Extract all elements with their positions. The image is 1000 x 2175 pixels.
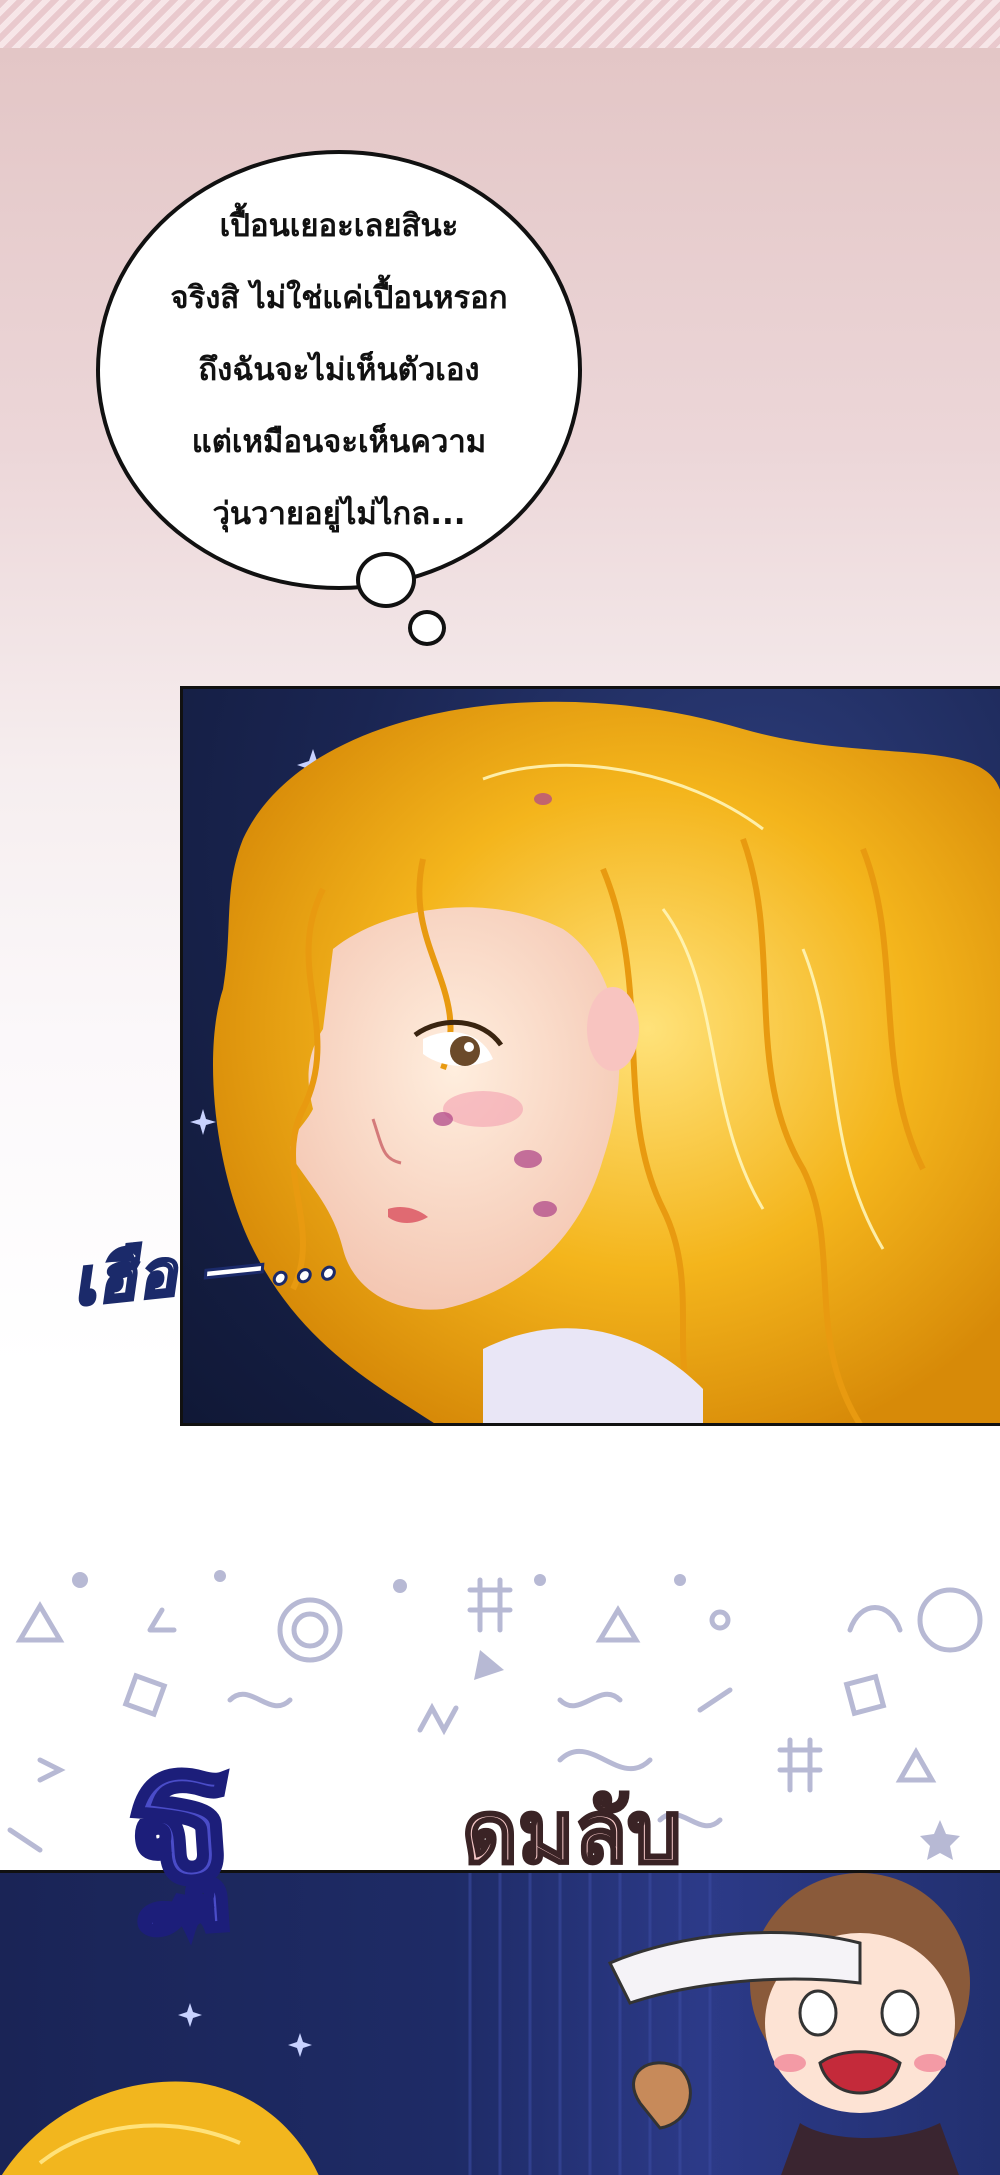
girl-illustration [190,701,1000,1423]
speech-bubble: เปื้อนเยอะเลยสินะ จริงสิ ไม่ใช่แค่เปื้อน… [96,150,582,590]
bubble-line-5: วุ่นวายอยู่ไม่ไกล... [212,496,466,532]
comic-panel-girl-profile [180,686,1000,1426]
bubble-line-1: เปื้อนเยอะเลยสินะ [219,208,459,244]
bubble-line-2: จริงสิ ไม่ใช่แค่เปื้อนหรอก [170,280,508,316]
bubble-line-4: แต่เหมือนจะเห็นความ [191,424,487,460]
top-stripe-border [0,0,1000,48]
thought-dot-large [356,552,416,608]
sound-effect-small: ดมลับ [461,1783,684,1883]
thought-dot-small [408,610,446,646]
bubble-line-3: ถึงฉันจะไม่เห็นตัวเอง [198,352,480,388]
sound-effect-large: ฐ [119,1698,245,1932]
